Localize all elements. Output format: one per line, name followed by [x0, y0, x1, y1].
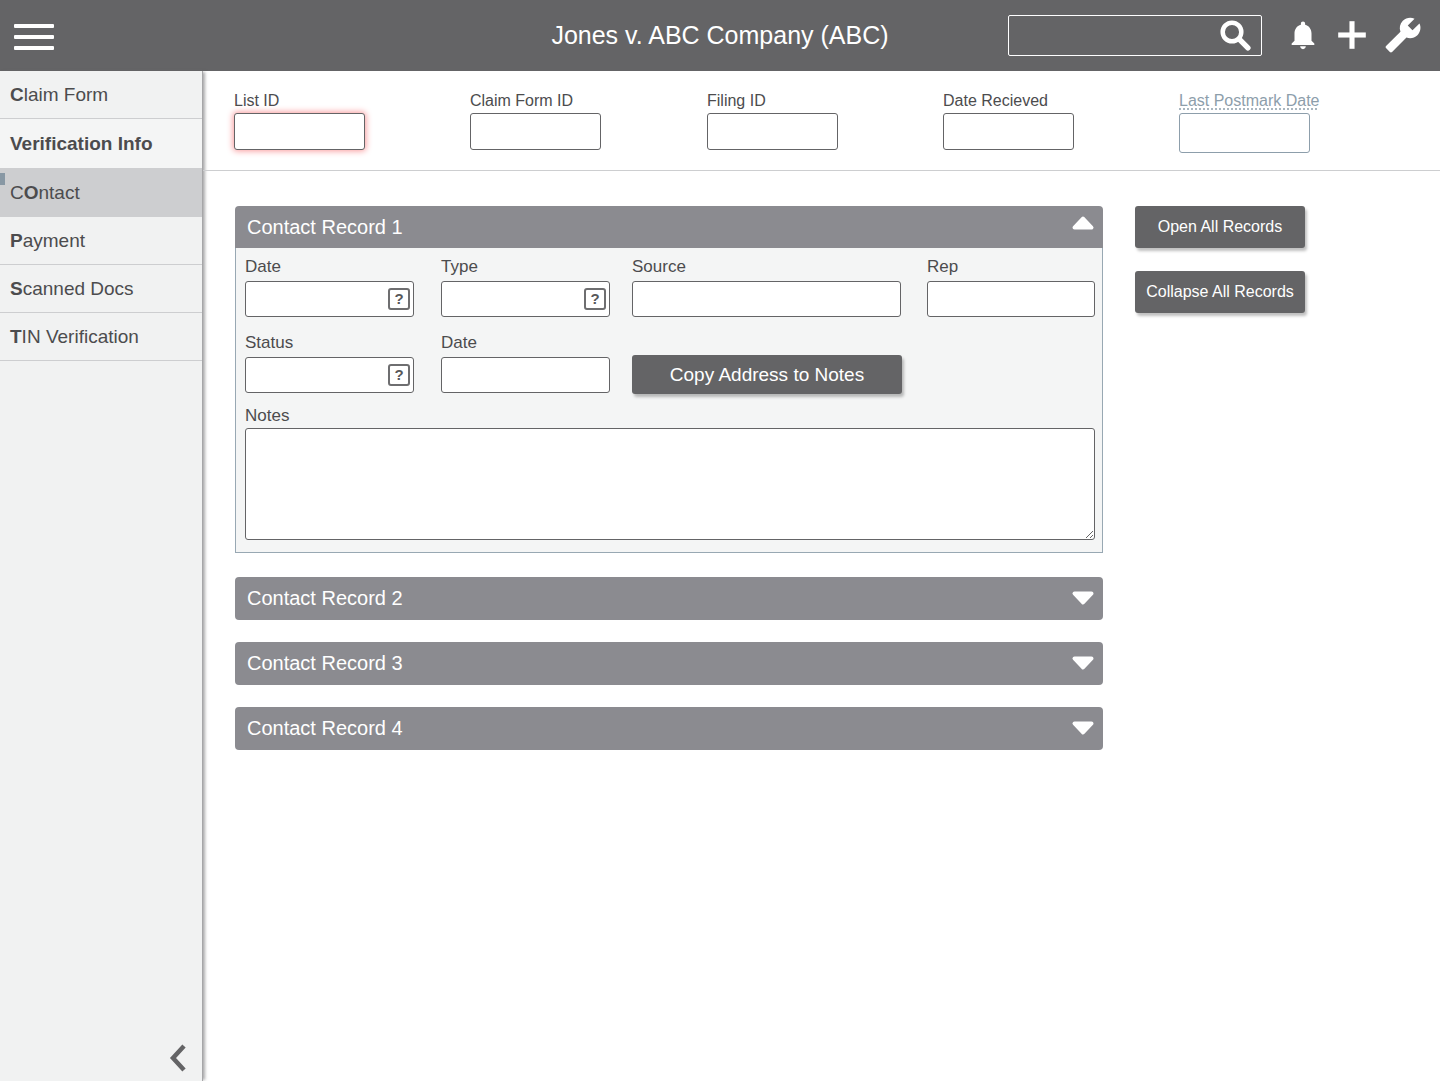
expand-record-4-icon[interactable]	[1071, 720, 1095, 736]
sidebar-item-contact[interactable]: COntact	[0, 169, 202, 217]
list-id-input[interactable]	[234, 113, 365, 150]
notes-textarea[interactable]	[245, 428, 1095, 540]
claim-form-id-input[interactable]	[470, 113, 601, 150]
content-divider	[203, 170, 1440, 171]
field-contact-source: Source	[632, 257, 901, 317]
filing-id-input[interactable]	[707, 113, 838, 150]
sidebar-item-verification-info[interactable]: Verification Info	[0, 119, 202, 169]
contact-record-2-header[interactable]: Contact Record 2	[235, 577, 1103, 620]
sidebar-item-scanned-docs[interactable]: Scanned Docs	[0, 265, 202, 313]
field-list-id: List ID	[234, 92, 365, 150]
sidebar: Claim Form Verification Info COntact Pay…	[0, 71, 203, 1081]
expand-record-2-icon[interactable]	[1071, 590, 1095, 606]
field-contact-date: Date ?	[245, 257, 414, 317]
notes-label: Notes	[245, 406, 289, 426]
contact-type-help-button[interactable]: ?	[584, 288, 606, 310]
expand-record-3-icon[interactable]	[1071, 655, 1095, 671]
selected-marker	[0, 173, 5, 185]
open-all-records-button[interactable]: Open All Records	[1135, 206, 1305, 248]
field-contact-type: Type ?	[441, 257, 610, 317]
search-input[interactable]	[1009, 16, 1209, 55]
contact-status-help-button[interactable]: ?	[388, 364, 410, 386]
last-postmark-date-input[interactable]	[1179, 113, 1310, 153]
field-contact-rep: Rep	[927, 257, 1095, 317]
search-box	[1008, 15, 1262, 56]
date-received-label: Date Recieved	[943, 92, 1074, 113]
sidebar-item-tin-verification[interactable]: TIN Verification	[0, 313, 202, 361]
contact-source-input[interactable]	[632, 281, 901, 317]
sidebar-item-payment[interactable]: Payment	[0, 217, 202, 265]
field-filing-id: Filing ID	[707, 92, 838, 150]
collapse-all-records-button[interactable]: Collapse All Records	[1135, 271, 1305, 313]
tools-icon[interactable]	[1384, 16, 1422, 58]
field-claim-form-id: Claim Form ID	[470, 92, 601, 150]
field-last-postmark-date: Last Postmark Date	[1179, 92, 1320, 153]
contact-record-1-header[interactable]: Contact Record 1	[235, 206, 1103, 248]
sidebar-collapse-icon[interactable]	[168, 1042, 192, 1074]
contact-record-1-panel: Contact Record 1 Date ? Type ? Source Re…	[235, 206, 1103, 553]
search-icon[interactable]	[1212, 17, 1258, 53]
field-contact-status: Status ?	[245, 333, 414, 393]
sidebar-item-claim-form[interactable]: Claim Form	[0, 71, 202, 119]
top-bar: Jones v. ABC Company (ABC)	[0, 0, 1440, 71]
contact-record-1-body: Date ? Type ? Source Rep Status ? Date C…	[235, 248, 1103, 553]
contact-record-3-header[interactable]: Contact Record 3	[235, 642, 1103, 685]
field-date-received: Date Recieved	[943, 92, 1074, 150]
collapse-record-icon[interactable]	[1071, 215, 1095, 231]
claim-form-id-label: Claim Form ID	[470, 92, 601, 113]
filing-id-label: Filing ID	[707, 92, 838, 113]
contact-rep-input[interactable]	[927, 281, 1095, 317]
contact-record-4-header[interactable]: Contact Record 4	[235, 707, 1103, 750]
list-id-label: List ID	[234, 92, 365, 113]
contact-date-help-button[interactable]: ?	[388, 288, 410, 310]
add-icon[interactable]	[1334, 17, 1370, 57]
last-postmark-date-label: Last Postmark Date	[1179, 92, 1320, 113]
date-received-input[interactable]	[943, 113, 1074, 150]
copy-address-button[interactable]: Copy Address to Notes	[632, 355, 902, 394]
contact-date2-input[interactable]	[441, 357, 610, 393]
notifications-icon[interactable]	[1286, 17, 1320, 57]
field-contact-date2: Date	[441, 333, 610, 393]
